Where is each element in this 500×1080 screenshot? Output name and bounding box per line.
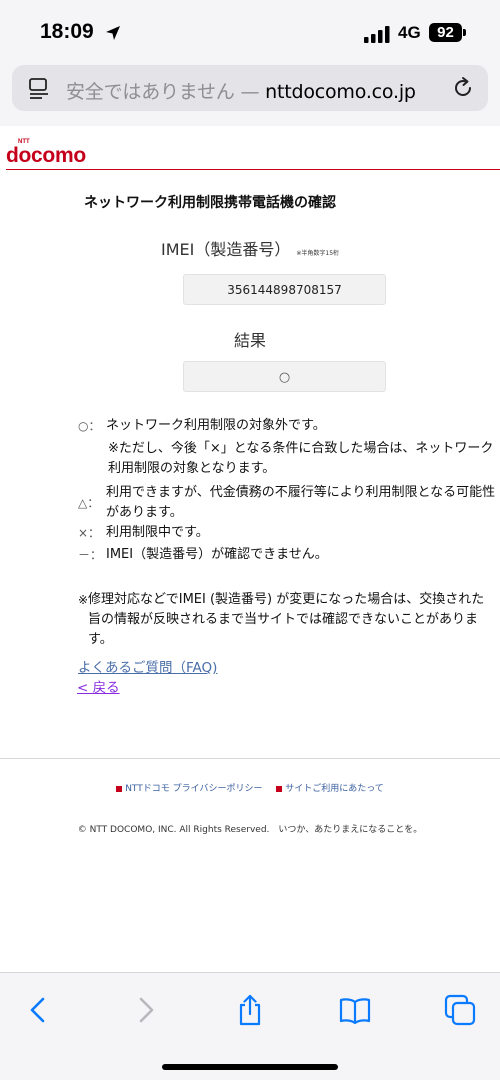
legend-note-text: ※ただし、今後「×」となる条件に合致した場合は、ネットワーク利用制限の対象となり… <box>108 441 494 476</box>
imei-field[interactable]: 356144898708157 <box>183 274 386 305</box>
tabs-icon[interactable] <box>443 993 477 1027</box>
location-arrow-icon <box>106 26 120 40</box>
browser-chrome: 18:09 4G 92 安全ではありません — nttdocomo.co.jp <box>0 0 500 126</box>
reload-icon[interactable] <box>452 76 476 100</box>
not-secure-warning: 安全ではありません — <box>66 81 260 103</box>
bookmarks-icon[interactable] <box>338 993 372 1027</box>
legend-text: 利用できますが、代金債務の不履行等により利用制限となる可能性があります。 <box>106 485 496 520</box>
url-text[interactable]: 安全ではありません — nttdocomo.co.jp <box>66 77 416 104</box>
network-type: 4G <box>398 23 421 42</box>
share-icon[interactable] <box>233 993 267 1027</box>
url-domain: nttdocomo.co.jp <box>265 81 416 103</box>
chevron-right-icon[interactable] <box>128 993 162 1027</box>
logo-text: docomo <box>6 144 86 167</box>
copyright: © NTT DOCOMO, INC. All Rights Reserved. … <box>77 825 423 835</box>
result-field: ○ <box>183 361 386 392</box>
imei-label-text: IMEI（製造番号） <box>160 240 291 259</box>
chevron-left-icon[interactable] <box>22 993 56 1027</box>
legend-symbol: ○： <box>78 419 101 433</box>
imei-label: IMEI（製造番号） ※半角数字15桁 <box>0 236 500 260</box>
cellular-signal-icon <box>364 26 390 43</box>
header-divider <box>6 169 500 170</box>
docomo-logo[interactable]: NTT docomo <box>6 139 96 170</box>
legend-text: 利用制限中です。 <box>106 525 209 540</box>
legend-text: IMEI（製造番号）が確認できません。 <box>106 547 328 562</box>
legend-text: ネットワーク利用制限の対象外です。 <box>106 418 326 433</box>
faq-link[interactable]: よくあるご質問（FAQ) <box>78 656 217 676</box>
legend-symbol: －： <box>78 548 103 562</box>
site-terms-link[interactable]: サイトご利用にあたって <box>285 784 384 794</box>
result-label: 結果 <box>233 331 266 350</box>
status-time: 18:09 <box>40 20 94 43</box>
footer-links: NTTドコモ プライバシーポリシー サイトご利用にあたって <box>0 781 500 794</box>
battery-tip <box>463 29 466 36</box>
page-title: ネットワーク利用制限携帯電話機の確認 <box>84 195 336 211</box>
imei-format-note: ※半角数字15桁 <box>296 250 340 257</box>
home-indicator <box>162 1064 338 1070</box>
privacy-policy-link[interactable]: NTTドコモ プライバシーポリシー <box>125 784 262 794</box>
bullet-icon <box>276 785 283 792</box>
battery-level: 92 <box>429 23 462 42</box>
legend-symbol: △： <box>78 496 100 510</box>
notice-text: 修理対応などでIMEI (製造番号) が変更になった場合は、交換された旨の情報が… <box>88 592 485 647</box>
page-menu-icon[interactable] <box>28 77 50 99</box>
bullet-icon <box>116 785 123 792</box>
footer-divider <box>0 758 500 759</box>
back-link[interactable]: < 戻る <box>77 676 120 696</box>
address-bar[interactable]: 安全ではありません — nttdocomo.co.jp <box>12 65 488 111</box>
legend-symbol: ×： <box>78 526 101 540</box>
